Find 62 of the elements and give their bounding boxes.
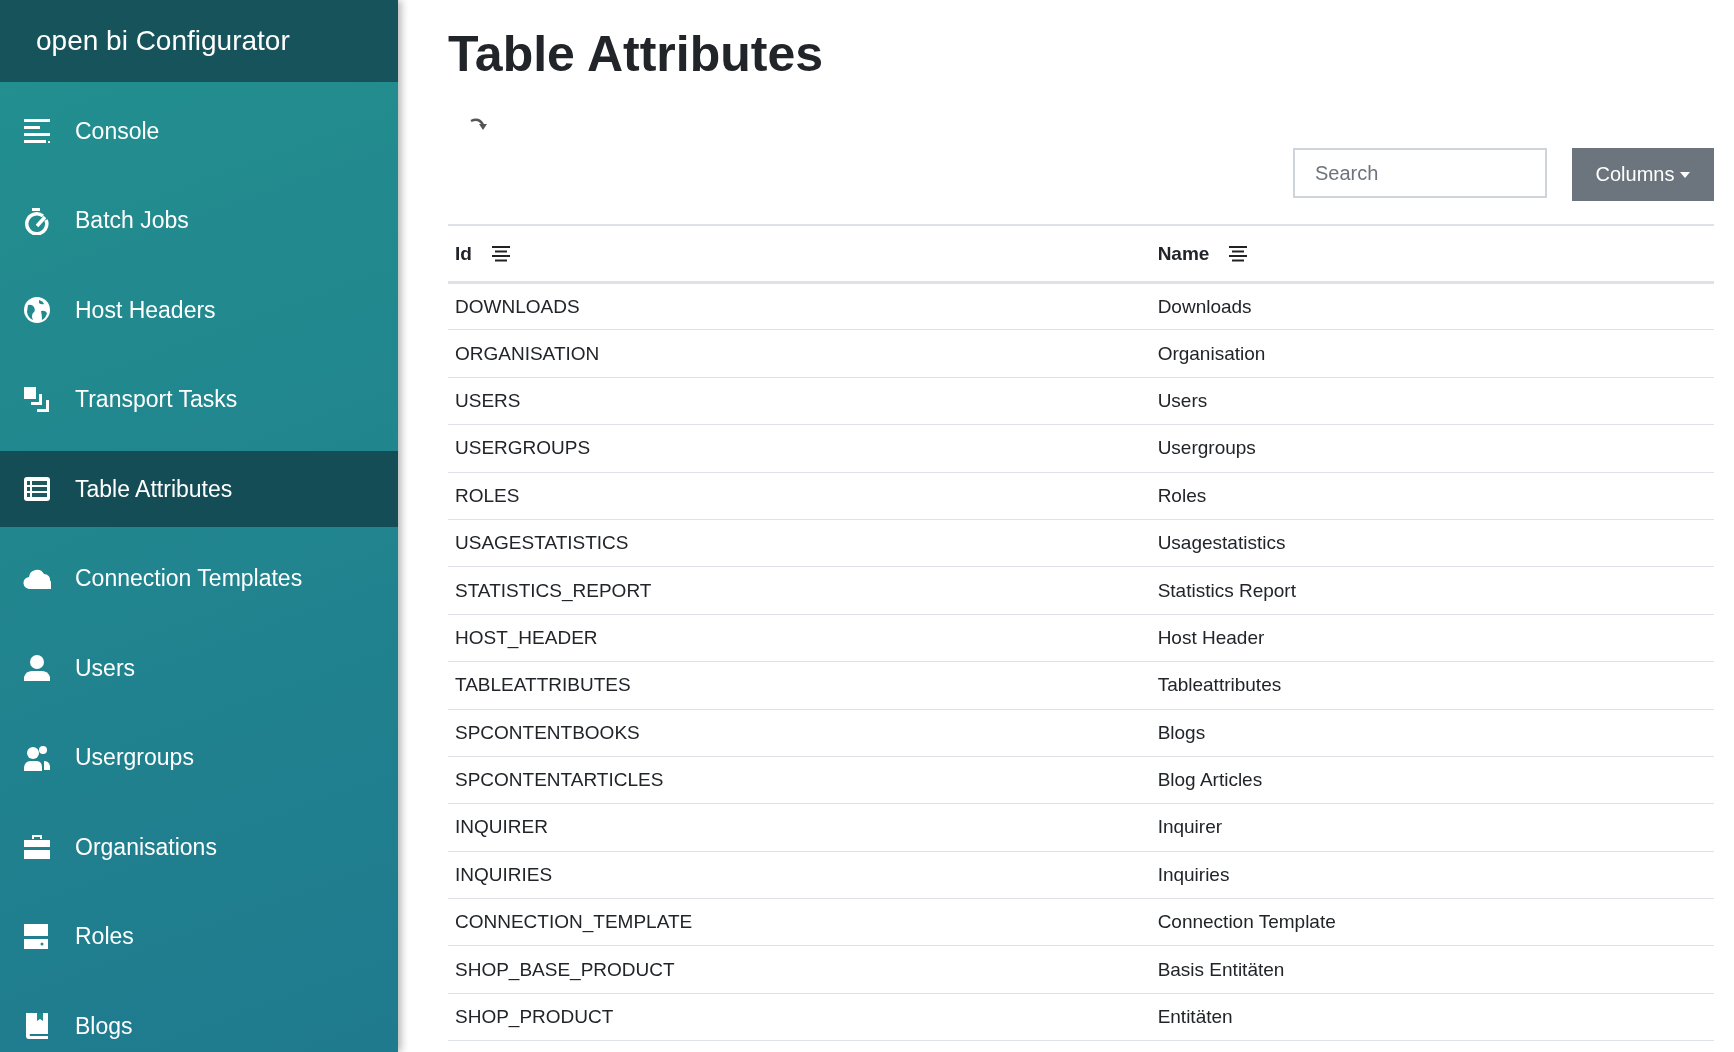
table-cell: ORGANISATION bbox=[455, 342, 600, 364]
table-cell: Basis Entitäten bbox=[1157, 958, 1285, 980]
table-cell: Statistics Report bbox=[1157, 579, 1296, 601]
sidebar-item[interactable]: Batch Jobs bbox=[0, 182, 398, 259]
column-header[interactable]: Id bbox=[455, 242, 472, 265]
book-icon bbox=[23, 1012, 51, 1040]
table-cell: Blog Articles bbox=[1157, 769, 1263, 791]
table-cell: STATISTICS_REPORT bbox=[455, 579, 652, 601]
app-title: open bi Configurator bbox=[36, 25, 290, 57]
console-icon bbox=[23, 117, 51, 145]
menu-icon[interactable] bbox=[491, 245, 510, 262]
table-cell: USERS bbox=[455, 389, 521, 411]
table-cell: USAGESTATISTICS bbox=[455, 532, 629, 554]
globe-icon bbox=[23, 296, 51, 324]
users-icon bbox=[23, 743, 51, 772]
table-cell: TABLEATTRIBUTES bbox=[455, 674, 631, 696]
table-cell: Organisation bbox=[1157, 342, 1266, 364]
sidebar-item[interactable]: Usergroups bbox=[0, 719, 398, 796]
search-field[interactable]: Search bbox=[1293, 148, 1547, 198]
table-cell: Usergroups bbox=[1157, 437, 1256, 459]
sidebar-item[interactable]: Console bbox=[0, 93, 398, 169]
sidebar-item[interactable]: Users bbox=[0, 630, 398, 706]
table-cell: INQUIRER bbox=[455, 816, 548, 838]
columns-button[interactable]: Columns bbox=[1572, 148, 1714, 201]
table-cell: DOWNLOADS bbox=[455, 295, 580, 317]
sidebar-item[interactable]: Table Attributes bbox=[0, 451, 398, 527]
table-cell: INQUIRIES bbox=[455, 863, 553, 885]
table-cell: Tableattributes bbox=[1157, 674, 1282, 696]
table-icon bbox=[23, 475, 51, 503]
sidebar-item[interactable]: Organisations bbox=[0, 809, 398, 885]
page-title: Table Attributes bbox=[448, 25, 825, 84]
table-cell: Inquirer bbox=[1157, 816, 1223, 838]
table-cell: Downloads bbox=[1157, 295, 1252, 317]
table-cell: Usagestatistics bbox=[1157, 532, 1286, 554]
sidebar-item[interactable]: Connection Templates bbox=[0, 540, 398, 617]
table-cell: CONNECTION_TEMPLATE bbox=[455, 911, 693, 933]
menu-icon[interactable] bbox=[1229, 245, 1248, 262]
server-icon bbox=[23, 922, 51, 951]
table-cell: Roles bbox=[1157, 484, 1207, 506]
table-cell: Connection Template bbox=[1157, 911, 1336, 933]
sidebar-item[interactable]: Blogs bbox=[0, 988, 398, 1052]
table-cell: Blogs bbox=[1157, 721, 1206, 743]
briefcase-icon bbox=[23, 833, 51, 861]
table-cell: USERGROUPS bbox=[455, 437, 591, 459]
table-cell: Inquiries bbox=[1157, 863, 1230, 885]
timer-icon bbox=[23, 206, 51, 235]
column-header[interactable]: Name bbox=[1157, 242, 1210, 265]
table-cell: Host Header bbox=[1157, 626, 1265, 648]
table-cell: HOST_HEADER bbox=[455, 626, 598, 648]
sidebar-item[interactable]: Roles bbox=[0, 898, 398, 975]
caret-icon bbox=[1680, 171, 1691, 178]
sidebar-item[interactable]: Host Headers bbox=[0, 272, 398, 348]
transport-icon bbox=[23, 385, 51, 414]
table-cell: ROLES bbox=[455, 484, 520, 506]
table-cell: Entitäten bbox=[1157, 1006, 1233, 1028]
sidebar-item[interactable]: Transport Tasks bbox=[0, 361, 398, 438]
table-cell: SHOP_PRODUCT bbox=[455, 1006, 614, 1028]
table-cell: SPCONTENTBOOKS bbox=[455, 721, 640, 743]
table-cell: Users bbox=[1157, 389, 1208, 411]
user-icon bbox=[23, 654, 51, 682]
table-cell: SPCONTENTARTICLES bbox=[455, 769, 664, 791]
table-cell: SHOP_BASE_PRODUCT bbox=[455, 958, 675, 980]
